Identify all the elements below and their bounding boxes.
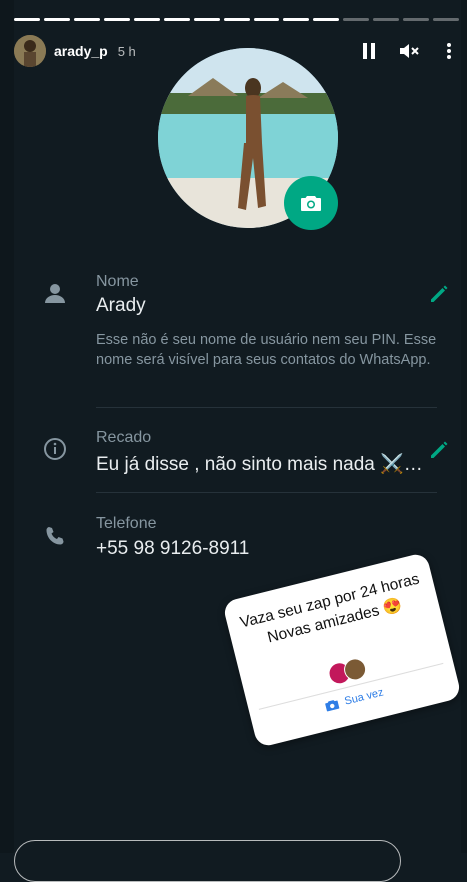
- progress-segment: [73, 18, 100, 21]
- progress-segment: [163, 18, 190, 21]
- edit-about-button[interactable]: [428, 439, 450, 461]
- about-value[interactable]: Eu já disse , não sinto mais nada ⚔️…: [96, 452, 423, 476]
- divider: [96, 492, 437, 493]
- camera-icon: [301, 196, 321, 211]
- story-timestamp: 5 h: [117, 43, 136, 59]
- progress-segment: [373, 18, 400, 21]
- progress-segment: [433, 18, 460, 21]
- camera-icon: [325, 700, 340, 712]
- name-label: Nome: [96, 273, 139, 290]
- speaker-muted-icon[interactable]: [399, 41, 419, 61]
- progress-segment: [253, 18, 280, 21]
- about-label: Recado: [96, 429, 152, 446]
- person-icon: [42, 280, 68, 306]
- phone-value[interactable]: +55 98 9126-8911: [96, 538, 249, 560]
- story-edge-right: [461, 0, 467, 853]
- story-edge-left: [0, 0, 14, 853]
- progress-segment: [313, 18, 340, 21]
- phone-icon: [42, 523, 68, 549]
- progress-segment: [223, 18, 250, 21]
- story-username[interactable]: arady_p: [54, 43, 108, 59]
- name-value[interactable]: Arady: [96, 295, 146, 317]
- progress-segment: [133, 18, 160, 21]
- change-photo-button[interactable]: [284, 176, 338, 230]
- story-user-avatar[interactable]: [14, 35, 46, 67]
- pencil-icon: [431, 441, 448, 458]
- info-icon: [42, 436, 68, 462]
- reply-input[interactable]: [14, 840, 401, 882]
- story-progress-bar: [14, 18, 460, 21]
- progress-segment: [193, 18, 220, 21]
- divider: [96, 407, 437, 408]
- pause-icon[interactable]: [359, 41, 379, 61]
- phone-label: Telefone: [96, 515, 157, 532]
- edit-name-button[interactable]: [428, 283, 450, 305]
- name-hint: Esse não é seu nome de usuário nem seu P…: [96, 332, 437, 368]
- sticker-action-label: Sua vez: [343, 686, 385, 708]
- story-controls: [359, 41, 459, 61]
- progress-segment: [43, 18, 70, 21]
- progress-segment: [343, 18, 370, 21]
- progress-segment: [283, 18, 310, 21]
- progress-segment: [103, 18, 130, 21]
- pencil-icon: [431, 285, 448, 302]
- progress-segment: [403, 18, 430, 21]
- progress-segment: [14, 18, 40, 21]
- more-vertical-icon[interactable]: [439, 41, 459, 61]
